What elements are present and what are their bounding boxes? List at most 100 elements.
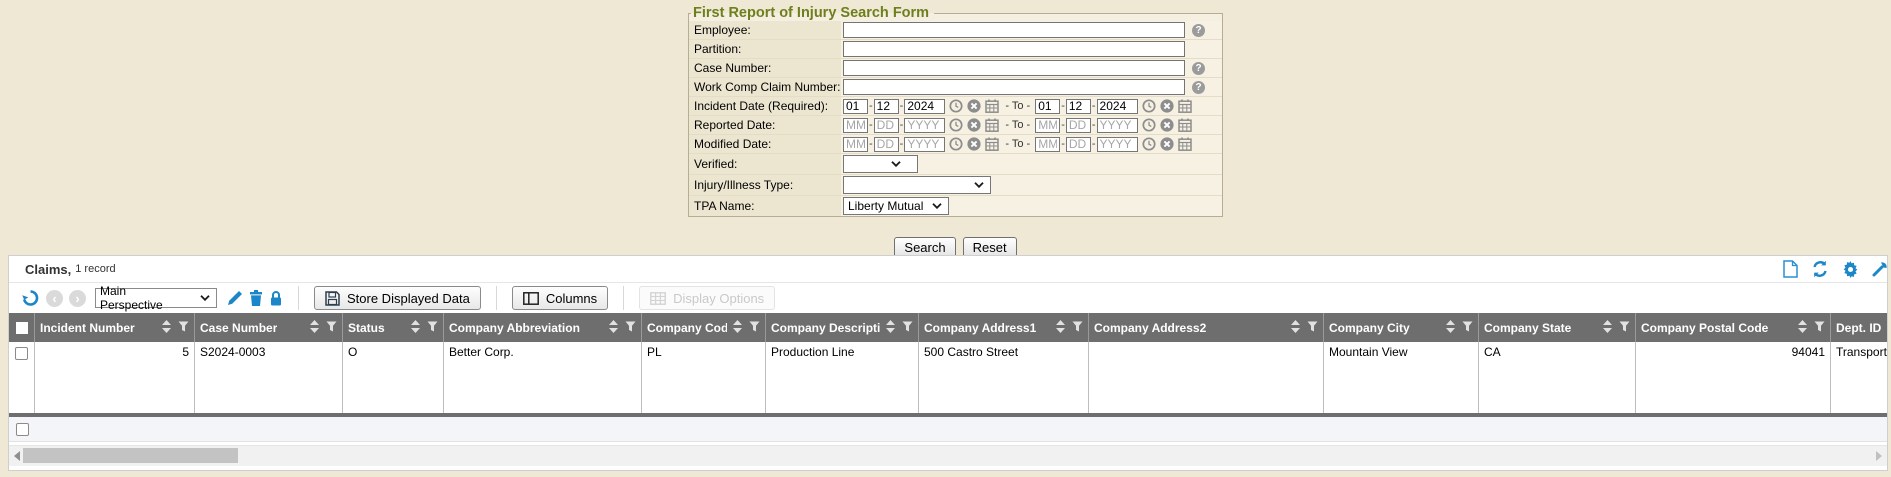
- tpa-name-select[interactable]: Liberty Mutual: [843, 197, 949, 215]
- select-all-checkbox[interactable]: [16, 322, 28, 334]
- filter-icon[interactable]: [178, 321, 189, 335]
- delete-perspective-trash-icon[interactable]: [249, 290, 263, 306]
- help-icon[interactable]: ?: [1192, 62, 1205, 75]
- case-number-input[interactable]: [843, 60, 1185, 76]
- time-icon[interactable]: [949, 99, 963, 113]
- filter-icon[interactable]: [1619, 321, 1630, 335]
- time-icon[interactable]: [949, 137, 963, 151]
- filter-icon[interactable]: [625, 321, 636, 335]
- sort-icon[interactable]: [1291, 320, 1300, 336]
- reset-perspective-icon[interactable]: [21, 289, 40, 307]
- clear-date-icon[interactable]: [967, 99, 981, 113]
- column-header-company-description[interactable]: Company Description: [766, 313, 919, 342]
- time-icon[interactable]: [1142, 137, 1156, 151]
- sort-icon[interactable]: [886, 320, 895, 336]
- column-header-company-address2[interactable]: Company Address2: [1089, 313, 1324, 342]
- sort-icon[interactable]: [1798, 320, 1807, 336]
- incident-date-from-year-input[interactable]: [904, 99, 945, 114]
- modified-date-to-day-input[interactable]: [1066, 137, 1091, 152]
- partition-input[interactable]: [843, 41, 1185, 57]
- modified-date-to-month-input[interactable]: [1035, 137, 1060, 152]
- column-header-company-state[interactable]: Company State: [1479, 313, 1636, 342]
- filter-icon[interactable]: [427, 321, 438, 335]
- next-perspective-button[interactable]: ›: [69, 290, 86, 307]
- sort-icon[interactable]: [310, 320, 319, 336]
- clear-date-icon[interactable]: [967, 118, 981, 132]
- calendar-icon[interactable]: [1178, 118, 1192, 132]
- modified-date-from-month-input[interactable]: [843, 137, 868, 152]
- incident-date-from-month-input[interactable]: [843, 99, 868, 114]
- edit-perspective-pencil-icon[interactable]: [227, 290, 243, 306]
- calendar-icon[interactable]: [1178, 99, 1192, 113]
- reported-date-from-month-input[interactable]: [843, 118, 868, 133]
- lock-perspective-icon[interactable]: [269, 290, 283, 306]
- column-header-status[interactable]: Status: [343, 313, 444, 342]
- modified-date-from-day-input[interactable]: [874, 137, 899, 152]
- clear-date-icon[interactable]: [967, 137, 981, 151]
- calendar-icon[interactable]: [1178, 137, 1192, 151]
- reported-date-to-day-input[interactable]: [1066, 118, 1091, 133]
- column-header-case-number[interactable]: Case Number: [195, 313, 343, 342]
- column-header-company-address1[interactable]: Company Address1: [919, 313, 1089, 342]
- sort-icon[interactable]: [162, 320, 171, 336]
- filter-icon[interactable]: [326, 321, 337, 335]
- perspective-select[interactable]: Main Perspective: [95, 288, 217, 308]
- clear-date-icon[interactable]: [1160, 137, 1174, 151]
- sort-icon[interactable]: [411, 320, 420, 336]
- modified-date-from-year-input[interactable]: [904, 137, 945, 152]
- incident-date-from-day-input[interactable]: [874, 99, 899, 114]
- calendar-icon[interactable]: [985, 99, 999, 113]
- time-icon[interactable]: [1142, 118, 1156, 132]
- horizontal-scrollbar[interactable]: [9, 445, 1887, 466]
- reported-date-from-year-input[interactable]: [904, 118, 945, 133]
- settings-gear-icon[interactable]: [1841, 260, 1859, 278]
- filter-icon[interactable]: [902, 321, 913, 335]
- incident-date-to-day-input[interactable]: [1066, 99, 1091, 114]
- column-header-dept-id[interactable]: Dept. ID: [1831, 313, 1888, 342]
- reported-date-to-month-input[interactable]: [1035, 118, 1060, 133]
- footer-checkbox[interactable]: [16, 423, 29, 436]
- sort-icon[interactable]: [609, 320, 618, 336]
- incident-date-to-year-input[interactable]: [1097, 99, 1138, 114]
- reported-date-to-year-input[interactable]: [1097, 118, 1138, 133]
- columns-button[interactable]: Columns: [512, 286, 608, 310]
- tools-wrench-icon[interactable]: [1871, 260, 1888, 278]
- help-icon[interactable]: ?: [1192, 24, 1205, 37]
- row-checkbox[interactable]: [15, 347, 28, 360]
- scroll-right-arrow-icon[interactable]: [1876, 451, 1882, 461]
- previous-perspective-button[interactable]: ‹: [46, 290, 63, 307]
- filter-icon[interactable]: [1462, 321, 1473, 335]
- column-header-company-postal-code[interactable]: Company Postal Code: [1636, 313, 1831, 342]
- filter-icon[interactable]: [1814, 321, 1825, 335]
- incident-date-to-month-input[interactable]: [1035, 99, 1060, 114]
- filter-icon[interactable]: [1072, 321, 1083, 335]
- scrollbar-thumb[interactable]: [23, 448, 238, 463]
- new-document-icon[interactable]: [1781, 260, 1799, 278]
- table-row[interactable]: 5 S2024-0003 O Better Corp. PL Productio…: [9, 342, 1887, 413]
- calendar-icon[interactable]: [985, 137, 999, 151]
- time-icon[interactable]: [1142, 99, 1156, 113]
- refresh-icon[interactable]: [1811, 260, 1829, 278]
- column-header-incident-number[interactable]: Incident Number: [35, 313, 195, 342]
- filter-icon[interactable]: [1307, 321, 1318, 335]
- sort-icon[interactable]: [1446, 320, 1455, 336]
- injury-illness-type-select[interactable]: [843, 176, 991, 194]
- work-comp-claim-number-input[interactable]: [843, 79, 1185, 95]
- column-header-company-abbreviation[interactable]: Company Abbreviation: [444, 313, 642, 342]
- modified-date-to-year-input[interactable]: [1097, 137, 1138, 152]
- verified-select[interactable]: [843, 155, 918, 173]
- reported-date-from-day-input[interactable]: [874, 118, 899, 133]
- sort-icon[interactable]: [1056, 320, 1065, 336]
- clear-date-icon[interactable]: [1160, 118, 1174, 132]
- column-header-company-city[interactable]: Company City: [1324, 313, 1479, 342]
- clear-date-icon[interactable]: [1160, 99, 1174, 113]
- store-displayed-data-button[interactable]: Store Displayed Data: [314, 286, 481, 310]
- time-icon[interactable]: [949, 118, 963, 132]
- sort-icon[interactable]: [733, 320, 742, 336]
- employee-input[interactable]: [843, 22, 1185, 38]
- calendar-icon[interactable]: [985, 118, 999, 132]
- help-icon[interactable]: ?: [1192, 81, 1205, 94]
- scroll-left-arrow-icon[interactable]: [14, 451, 20, 461]
- column-header-company-code[interactable]: Company Code: [642, 313, 766, 342]
- sort-icon[interactable]: [1603, 320, 1612, 336]
